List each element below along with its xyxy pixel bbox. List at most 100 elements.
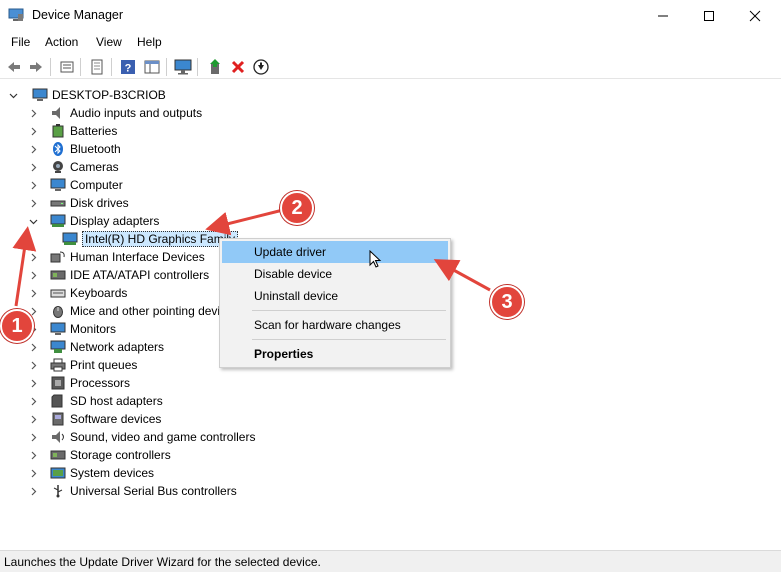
- toolbar: ?: [0, 55, 781, 79]
- title-bar: Device Manager: [0, 0, 781, 31]
- display-adapter-icon: [50, 214, 66, 228]
- maximize-button[interactable]: [686, 0, 732, 31]
- ide-controller-icon: [50, 268, 66, 282]
- tree-item-software-devices[interactable]: Software devices: [26, 410, 161, 428]
- menu-action[interactable]: Action: [45, 35, 78, 49]
- chevron-right-icon[interactable]: [26, 374, 40, 392]
- tree-item-label: Batteries: [70, 124, 118, 138]
- back-icon[interactable]: [4, 57, 24, 77]
- mouse-cursor-icon: [369, 250, 382, 268]
- properties-icon[interactable]: [57, 57, 77, 77]
- chevron-down-icon[interactable]: [6, 86, 20, 104]
- processor-icon: [50, 376, 66, 390]
- battery-icon: [50, 124, 66, 138]
- computer-icon: [32, 88, 48, 102]
- monitor-icon[interactable]: [173, 57, 193, 77]
- tree-item-label: Display adapters: [70, 214, 160, 228]
- tree-item-print-queues[interactable]: Print queues: [26, 356, 137, 374]
- tree-item-ide[interactable]: IDE ATA/ATAPI controllers: [26, 266, 209, 284]
- tree-item-monitors[interactable]: Monitors: [26, 320, 116, 338]
- close-button[interactable]: [732, 0, 778, 31]
- tree-item-system-devices[interactable]: System devices: [26, 464, 154, 482]
- chevron-right-icon[interactable]: [26, 104, 40, 122]
- chevron-down-icon[interactable]: [26, 212, 40, 230]
- chevron-right-icon[interactable]: [26, 392, 40, 410]
- chevron-right-icon[interactable]: [26, 284, 40, 302]
- chevron-right-icon[interactable]: [26, 248, 40, 266]
- chevron-right-icon[interactable]: [26, 158, 40, 176]
- tree-item-label-selected: Intel(R) HD Graphics Family: [82, 231, 239, 247]
- usb-icon: [50, 484, 66, 498]
- chevron-right-icon[interactable]: [26, 140, 40, 158]
- tree-item-usb[interactable]: Universal Serial Bus controllers: [26, 482, 237, 500]
- device-manager-icon: [8, 8, 24, 22]
- tree-item-label: Print queues: [70, 358, 138, 372]
- view-icon[interactable]: [142, 57, 162, 77]
- update-driver-icon[interactable]: [205, 57, 225, 77]
- tree-item-label: Human Interface Devices: [70, 250, 205, 264]
- tree-item-label: Keyboards: [70, 286, 128, 300]
- tree-item-audio[interactable]: Audio inputs and outputs: [26, 104, 202, 122]
- tree-item-label: Software devices: [70, 412, 162, 426]
- tree-item-batteries[interactable]: Batteries: [26, 122, 117, 140]
- context-menu: Update driver Disable device Uninstall d…: [219, 238, 451, 368]
- storage-controller-icon: [50, 448, 66, 462]
- speaker-icon: [50, 106, 66, 120]
- chevron-right-icon[interactable]: [26, 176, 40, 194]
- tree-item-keyboards[interactable]: Keyboards: [26, 284, 127, 302]
- chevron-right-icon[interactable]: [26, 356, 40, 374]
- sd-card-icon: [50, 394, 66, 408]
- tree-item-intel-graphics[interactable]: Intel(R) HD Graphics Family: [62, 230, 239, 248]
- menu-scan-hardware[interactable]: Scan for hardware changes: [222, 314, 448, 336]
- uninstall-icon[interactable]: [228, 57, 248, 77]
- chevron-right-icon[interactable]: [26, 410, 40, 428]
- monitor-icon: [50, 322, 66, 336]
- svg-text:?: ?: [125, 63, 132, 75]
- tree-item-sound[interactable]: Sound, video and game controllers: [26, 428, 255, 446]
- download-icon[interactable]: [251, 57, 271, 77]
- menu-properties[interactable]: Properties: [222, 343, 448, 365]
- annotation-badge-3: 3: [490, 285, 524, 319]
- tree-item-hid[interactable]: Human Interface Devices: [26, 248, 205, 266]
- menu-update-driver[interactable]: Update driver: [222, 241, 448, 263]
- mouse-icon: [50, 304, 66, 318]
- chevron-right-icon[interactable]: [26, 194, 40, 212]
- hid-icon: [50, 250, 66, 264]
- menu-uninstall-device[interactable]: Uninstall device: [222, 285, 448, 307]
- tree-item-computer[interactable]: Computer: [26, 176, 123, 194]
- chevron-right-icon[interactable]: [26, 464, 40, 482]
- help-icon[interactable]: ?: [118, 57, 138, 77]
- chevron-right-icon[interactable]: [26, 482, 40, 500]
- chevron-right-icon[interactable]: [26, 266, 40, 284]
- tree-item-cameras[interactable]: Cameras: [26, 158, 119, 176]
- menu-help[interactable]: Help: [137, 35, 162, 49]
- chevron-right-icon[interactable]: [26, 428, 40, 446]
- tree-root[interactable]: DESKTOP-B3CRIOB: [6, 86, 166, 104]
- chevron-right-icon[interactable]: [26, 122, 40, 140]
- window-title: Device Manager: [32, 8, 124, 22]
- tree-item-storage[interactable]: Storage controllers: [26, 446, 171, 464]
- chevron-right-icon[interactable]: [26, 338, 40, 356]
- annotation-badge-2: 2: [280, 191, 314, 225]
- menu-view[interactable]: View: [96, 35, 122, 49]
- menu-disable-device[interactable]: Disable device: [222, 263, 448, 285]
- tree-item-mice[interactable]: Mice and other pointing devi: [26, 302, 220, 320]
- forward-icon[interactable]: [26, 57, 46, 77]
- tree-item-sd-host[interactable]: SD host adapters: [26, 392, 163, 410]
- tree-item-label: Universal Serial Bus controllers: [70, 484, 237, 498]
- tree-item-processors[interactable]: Processors: [26, 374, 130, 392]
- software-device-icon: [50, 412, 66, 426]
- tree-item-display-adapters[interactable]: Display adapters: [26, 212, 159, 230]
- tree-item-bluetooth[interactable]: Bluetooth: [26, 140, 121, 158]
- system-device-icon: [50, 466, 66, 480]
- tree-item-label: Disk drives: [70, 196, 129, 210]
- tree-item-label: Sound, video and game controllers: [70, 430, 256, 444]
- tree-item-disk-drives[interactable]: Disk drives: [26, 194, 129, 212]
- menu-separator: [252, 339, 446, 340]
- minimize-button[interactable]: [640, 0, 686, 31]
- chevron-right-icon[interactable]: [26, 446, 40, 464]
- device-list-icon[interactable]: [87, 57, 107, 77]
- menu-file[interactable]: File: [11, 35, 30, 49]
- tree-item-network[interactable]: Network adapters: [26, 338, 164, 356]
- annotation-badge-1: 1: [0, 309, 34, 343]
